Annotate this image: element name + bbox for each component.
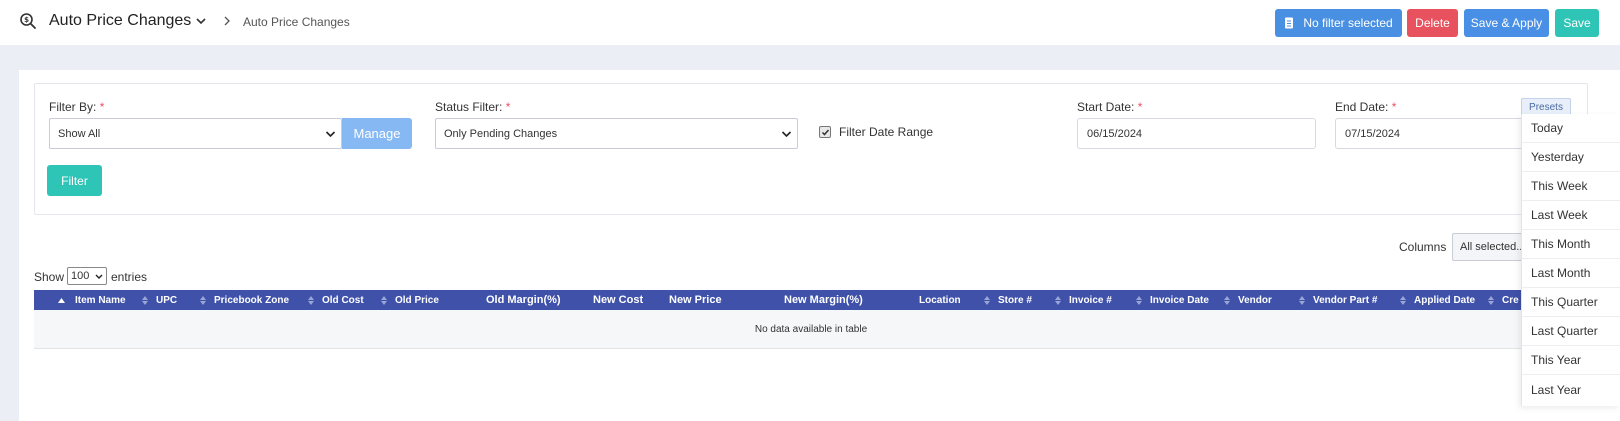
th-invoice-date[interactable]: Invoice Date	[1136, 290, 1209, 310]
preset-last-quarter[interactable]: Last Quarter	[1522, 317, 1620, 346]
filter-by-value: Show All	[58, 127, 101, 140]
chevron-down-icon	[325, 131, 336, 138]
th-new-cost[interactable]: New Cost	[593, 290, 643, 310]
save-button[interactable]: Save	[1555, 9, 1599, 37]
manage-button[interactable]: Manage	[342, 118, 412, 149]
delete-button[interactable]: Delete	[1407, 9, 1458, 37]
end-date-label: End Date: *	[1335, 100, 1397, 114]
sort-icon	[1299, 295, 1305, 305]
th-old-price[interactable]: Old Price	[381, 290, 439, 310]
th-applied-date[interactable]: Applied Date	[1400, 290, 1475, 310]
chevron-down-icon	[95, 274, 103, 279]
th-created[interactable]: Cre	[1488, 290, 1519, 310]
no-filter-button[interactable]: No filter selected	[1275, 9, 1402, 37]
sort-icon	[1224, 295, 1230, 305]
search-dollar-icon: $	[20, 13, 36, 29]
th-old-cost[interactable]: Old Cost	[308, 290, 364, 310]
no-filter-label: No filter selected	[1303, 16, 1393, 30]
date-range-label[interactable]: Filter Date Range	[839, 125, 933, 139]
chevron-down-icon[interactable]	[195, 15, 207, 27]
start-date-input[interactable]: 06/15/2024	[1077, 118, 1316, 149]
save-apply-button[interactable]: Save & Apply	[1464, 9, 1549, 37]
svg-text:$: $	[24, 16, 29, 24]
table-header: Item Name UPC Pricebook Zone Old Cost Ol…	[34, 290, 1588, 310]
sort-icon	[984, 295, 990, 305]
preset-last-month[interactable]: Last Month	[1522, 259, 1620, 288]
th-location[interactable]: Location	[919, 290, 961, 310]
status-filter-label: Status Filter: *	[435, 100, 511, 114]
preset-this-month[interactable]: This Month	[1522, 230, 1620, 259]
preset-this-quarter[interactable]: This Quarter	[1522, 288, 1620, 317]
status-filter-select[interactable]: Only Pending Changes	[435, 118, 798, 149]
page-title: Auto Price Changes	[49, 12, 192, 29]
preset-this-week[interactable]: This Week	[1522, 172, 1620, 201]
entries-select[interactable]: 100	[67, 267, 107, 285]
th-new-margin[interactable]: New Margin(%)	[784, 290, 863, 310]
filter-button[interactable]: Filter	[47, 165, 102, 196]
sort-icon	[381, 295, 387, 305]
th-pricebook-zone[interactable]: Pricebook Zone	[200, 290, 289, 310]
sort-icon	[1400, 295, 1406, 305]
chevron-down-icon	[781, 131, 792, 138]
breadcrumb[interactable]: Auto Price Changes	[243, 15, 350, 29]
th-item-name[interactable]: Item Name	[58, 290, 126, 310]
sort-icon	[308, 295, 314, 305]
th-old-margin[interactable]: Old Margin(%)	[486, 290, 561, 310]
status-filter-value: Only Pending Changes	[444, 127, 558, 140]
date-range-checkbox[interactable]	[819, 126, 831, 138]
end-date-input[interactable]: 07/15/2024	[1335, 118, 1525, 149]
entries-value: 100	[71, 270, 90, 282]
th-vendor[interactable]: Vendor	[1224, 290, 1272, 310]
preset-this-year[interactable]: This Year	[1522, 346, 1620, 375]
th-new-price[interactable]: New Price	[669, 290, 722, 310]
preset-yesterday[interactable]: Yesterday	[1522, 143, 1620, 172]
entries-label: entries	[111, 270, 148, 284]
preset-today[interactable]: Today	[1522, 114, 1620, 143]
chevron-right-icon	[224, 16, 230, 26]
sort-asc-icon	[58, 297, 65, 303]
th-vendor-part[interactable]: Vendor Part #	[1299, 290, 1377, 310]
file-icon	[1285, 17, 1294, 29]
sort-icon	[1488, 295, 1494, 305]
preset-last-year[interactable]: Last Year	[1522, 375, 1620, 404]
start-date-label: Start Date: *	[1077, 100, 1143, 114]
th-invoice-number[interactable]: Invoice #	[1055, 290, 1112, 310]
th-store-number[interactable]: Store #	[984, 290, 1032, 310]
sort-icon	[142, 295, 148, 305]
show-label: Show	[34, 270, 65, 284]
columns-label: Columns	[1399, 240, 1447, 254]
table-empty-row: No data available in table	[34, 310, 1588, 349]
preset-last-week[interactable]: Last Week	[1522, 201, 1620, 230]
sort-icon	[1055, 295, 1061, 305]
presets-dropdown: Today Yesterday This Week Last Week This…	[1521, 114, 1620, 406]
sort-icon	[1136, 295, 1142, 305]
sort-icon	[200, 295, 206, 305]
filter-by-select[interactable]: Show All	[49, 118, 342, 149]
filter-by-label: Filter By: *	[49, 100, 105, 114]
top-bar: $ Auto Price Changes Auto Price Changes …	[0, 0, 1620, 45]
th-upc[interactable]: UPC	[142, 290, 177, 310]
